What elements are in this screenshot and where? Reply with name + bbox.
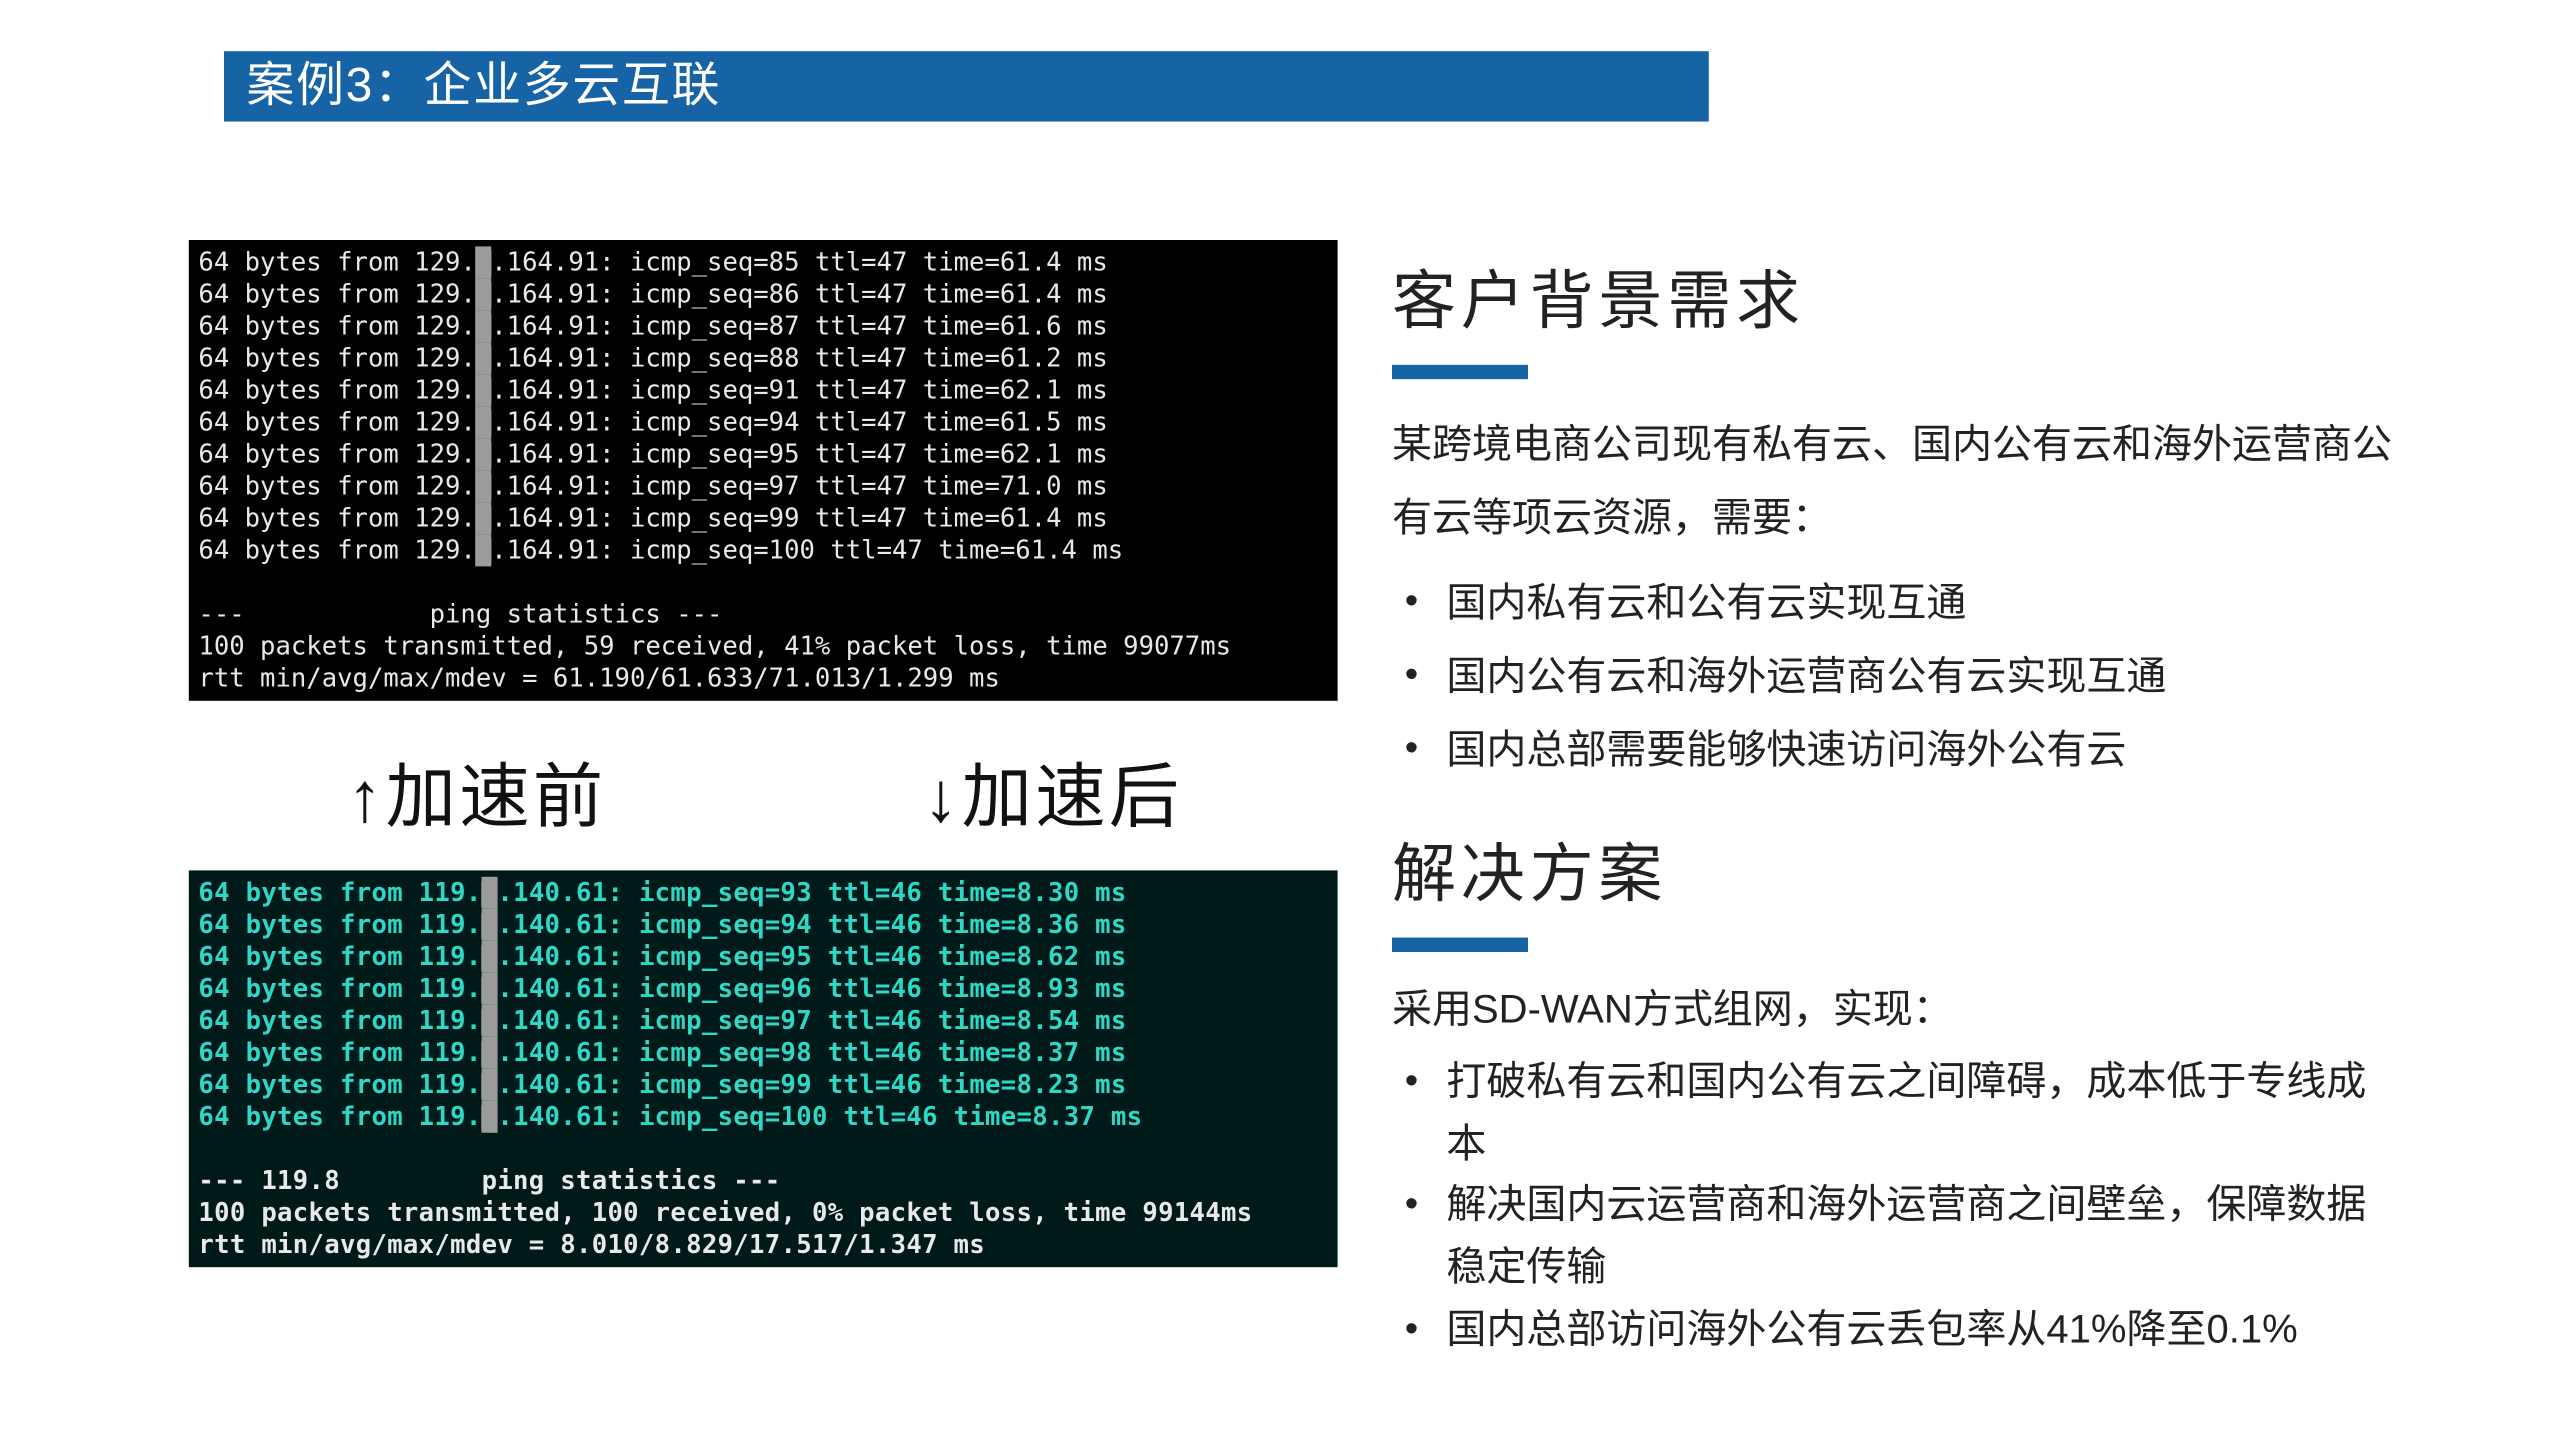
section2-paragraph: 采用SD-WAN方式组网，实现： (1392, 981, 2400, 1041)
list-item: 国内私有云和公有云实现互通 (1392, 566, 2400, 640)
terminal-after: 64 bytes from 119.▇.140.61: icmp_seq=93 … (189, 870, 1338, 1267)
caption-before: ↑加速前 (347, 739, 606, 841)
list-item: 国内总部需要能够快速访问海外公有云 (1392, 714, 2400, 788)
caption-row: ↑加速前 ↓加速后 (189, 739, 1341, 841)
list-item: 解决国内云运营商和海外运营商之间壁垒，保障数据稳定传输 (1392, 1175, 2400, 1299)
caption-after: ↓加速后 (923, 739, 1182, 841)
section1-title: 客户背景需求 (1392, 243, 2400, 361)
section2-title: 解决方案 (1392, 816, 2400, 934)
list-item: 国内总部访问海外公有云丢包率从41%降至0.1% (1392, 1299, 2400, 1361)
slide-title: 案例3：企业多云互联 (224, 51, 1709, 121)
list-item: 打破私有云和国内公有云之间障碍，成本低于专线成本 (1392, 1051, 2400, 1175)
terminal-before: 64 bytes from 129.▇.164.91: icmp_seq=85 … (189, 240, 1338, 701)
left-column: 64 bytes from 129.▇.164.91: icmp_seq=85 … (189, 240, 1341, 1267)
section1-paragraph: 某跨境电商公司现有私有云、国内公有云和海外运营商公有云等项云资源，需要： (1392, 408, 2400, 556)
section2-underline (1392, 938, 1528, 952)
slide: 案例3：企业多云互联 64 bytes from 129.▇.164.91: i… (128, 51, 2432, 1451)
list-item: 国内公有云和海外运营商公有云实现互通 (1392, 640, 2400, 714)
right-column: 客户背景需求 某跨境电商公司现有私有云、国内公有云和海外运营商公有云等项云资源，… (1392, 243, 2400, 1389)
section2-bullets: 打破私有云和国内公有云之间障碍，成本低于专线成本解决国内云运营商和海外运营商之间… (1392, 1051, 2400, 1361)
section1-bullets: 国内私有云和公有云实现互通国内公有云和海外运营商公有云实现互通国内总部需要能够快… (1392, 566, 2400, 788)
section1-underline (1392, 365, 1528, 379)
